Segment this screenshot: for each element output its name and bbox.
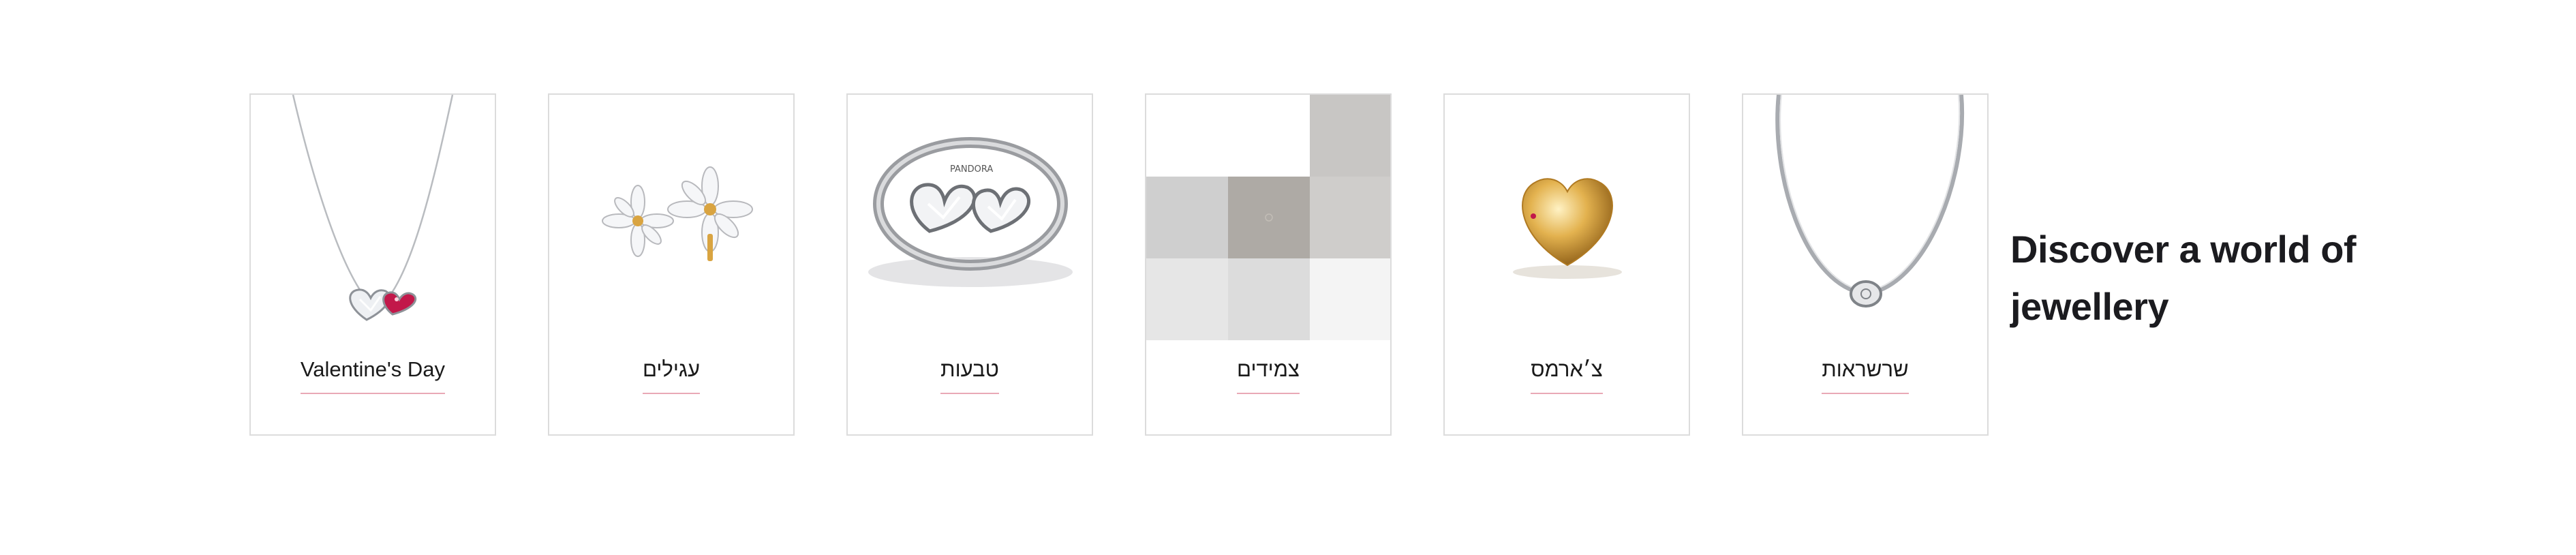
flower-earrings-image (549, 95, 793, 340)
jewellery-category-section: Valentine's Day עגילים PANDORA טבעות צמי… (0, 0, 2576, 555)
gold-heart-charm-image (1445, 95, 1689, 340)
category-card-charms[interactable]: צ׳ארמס (1443, 93, 1690, 436)
category-label: שרשראות (1822, 356, 1909, 394)
section-heading: Discover a world of jewellery (2010, 228, 2357, 329)
svg-text:PANDORA: PANDORA (950, 164, 993, 175)
category-card-valentines-day[interactable]: Valentine's Day (249, 93, 496, 436)
category-card-rings[interactable]: PANDORA טבעות (846, 93, 1093, 436)
double-heart-ring-image: PANDORA (848, 95, 1092, 340)
category-label: טבעות (940, 356, 999, 394)
category-label: צ׳ארמס (1531, 356, 1603, 394)
category-card-earrings[interactable]: עגילים (548, 93, 795, 436)
snake-chain-necklace-image (1743, 95, 1987, 340)
category-label: Valentine's Day (300, 356, 446, 394)
placeholder-mosaic-image (1146, 95, 1390, 340)
category-card-necklaces[interactable]: שרשראות (1742, 93, 1989, 436)
category-label: צמידים (1237, 356, 1300, 394)
category-label: עגילים (642, 356, 701, 394)
heart-necklace-image (251, 95, 495, 340)
category-card-bracelets[interactable]: צמידים (1145, 93, 1392, 436)
